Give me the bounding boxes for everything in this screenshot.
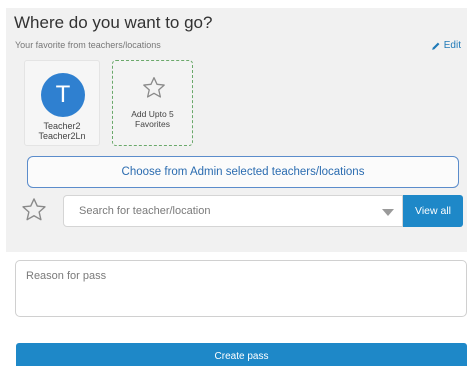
reason-input[interactable] — [26, 270, 456, 307]
edit-favorites-button[interactable]: Edit — [431, 40, 461, 51]
reason-field — [15, 260, 467, 317]
edit-label: Edit — [443, 40, 461, 51]
star-outline-icon — [143, 77, 165, 98]
caret-down-icon[interactable] — [382, 209, 394, 216]
favorite-first-name: Teacher2 — [43, 121, 81, 131]
favorite-last-name: Teacher2Ln — [38, 131, 86, 141]
pencil-icon — [432, 42, 440, 50]
create-pass-page: Where do you want to go? Your favorite f… — [0, 0, 467, 366]
view-all-button[interactable]: View all — [403, 195, 463, 227]
choose-admin-selected-button[interactable]: Choose from Admin selected teachers/loca… — [27, 156, 459, 188]
add-favorite-line1: Add Upto 5 — [131, 109, 174, 119]
add-favorite-line2: Favorites — [135, 119, 170, 129]
page-title: Where do you want to go? — [14, 13, 213, 32]
search-box — [63, 195, 403, 227]
favorite-card[interactable]: T Teacher2 Teacher2Ln — [24, 60, 100, 146]
add-favorite-text: Add Upto 5 Favorites — [113, 109, 192, 129]
add-favorite-card[interactable]: Add Upto 5 Favorites — [112, 60, 193, 146]
create-pass-button[interactable]: Create pass — [16, 343, 467, 366]
star-outline-icon[interactable] — [20, 196, 48, 224]
avatar: T — [41, 73, 85, 117]
favorites-subtitle: Your favorite from teachers/locations — [15, 40, 161, 50]
search-input[interactable] — [79, 205, 369, 217]
